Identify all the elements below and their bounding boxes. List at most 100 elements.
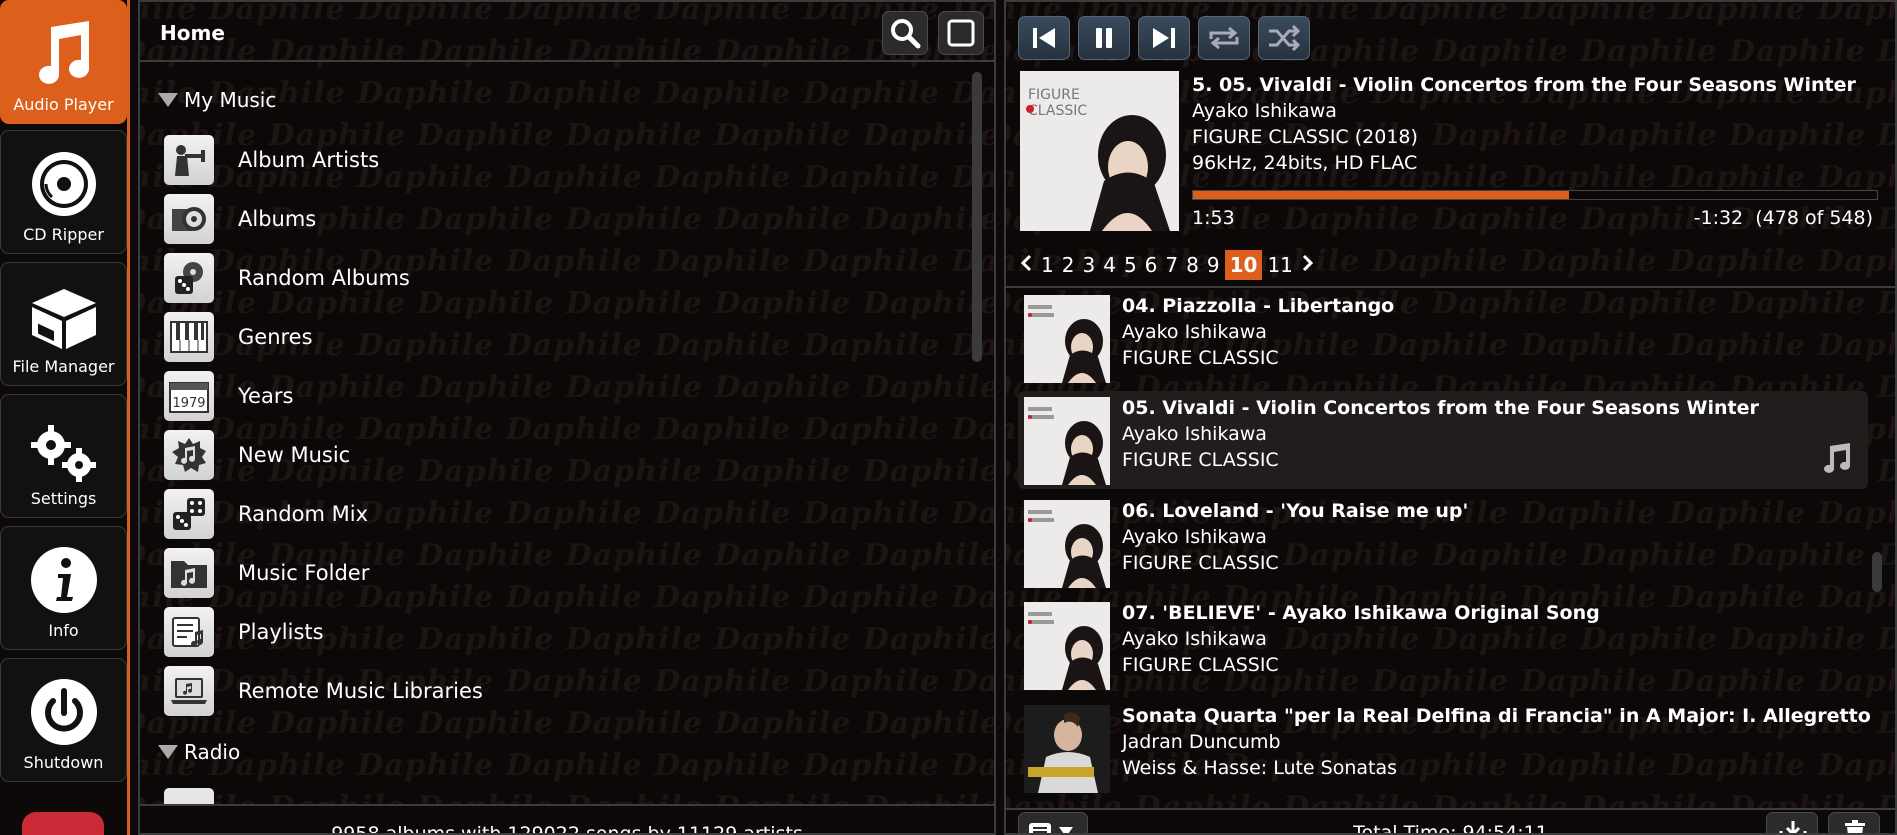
nav-label: Settings	[30, 489, 97, 508]
album-cover	[1024, 295, 1110, 383]
menu-music-folder[interactable]: Music Folder	[164, 547, 369, 599]
pager-page-4[interactable]: 4	[1100, 250, 1119, 280]
track-album: FIGURE CLASSIC	[1122, 347, 1279, 369]
skip-forward-icon	[1153, 28, 1175, 48]
album-cover	[1024, 500, 1110, 588]
shuffle-button[interactable]	[1258, 16, 1310, 60]
previous-button[interactable]	[1018, 16, 1070, 60]
menu-new-music[interactable]: New Music	[164, 429, 350, 481]
pager-pages: 1 2 3 4 5 6 7 8 9 10 11	[1038, 250, 1298, 280]
power-icon	[30, 679, 97, 745]
track-artist: Ayako Ishikawa	[1122, 423, 1267, 445]
track-info: Sonata Quarta "per la Real Delfina di Fr…	[1122, 703, 1871, 781]
queue-track-row[interactable]: 04. Piazzolla - Libertango Ayako Ishikawa…	[1018, 289, 1868, 387]
menu-genres[interactable]: Genres	[164, 311, 313, 363]
pager-page-9[interactable]: 9	[1204, 250, 1223, 280]
nav-info[interactable]: Info	[0, 526, 127, 650]
track-title: 07. 'BELIEVE' - Ayako Ishikawa Original …	[1122, 602, 1600, 624]
save-queue-button[interactable]	[1766, 812, 1818, 833]
pager-next-button[interactable]	[1298, 250, 1318, 280]
repeat-button[interactable]	[1198, 16, 1250, 60]
clear-queue-button[interactable]	[1828, 812, 1880, 833]
section-radio[interactable]: Radio	[158, 740, 240, 764]
elapsed-time: 1:53	[1192, 207, 1235, 229]
nav-audio-player[interactable]: Audio Player	[0, 0, 127, 124]
divider	[1006, 286, 1895, 288]
menu-album-artists[interactable]: Album Artists	[164, 134, 379, 186]
track-album: FIGURE CLASSIC	[1122, 654, 1279, 676]
cd-icon	[31, 152, 96, 216]
daphile-logo-partial	[22, 812, 104, 835]
remaining-time: -1:32	[1693, 207, 1744, 229]
nav-label: Shutdown	[23, 753, 104, 772]
menu-label: Years	[238, 384, 294, 408]
menu-playlists[interactable]: Playlists	[164, 606, 324, 658]
menu-label: New Music	[238, 443, 351, 467]
info-icon	[30, 547, 97, 613]
nav-file-manager[interactable]: File Manager	[0, 262, 127, 386]
now-playing-title: 5. 05. Vivaldi - Violin Concertos from t…	[1192, 74, 1856, 96]
pager-page-11[interactable]: 11	[1264, 250, 1295, 280]
menu-label: Playlists	[238, 620, 324, 644]
menu-random-mix[interactable]: Random Mix	[164, 488, 368, 540]
chevron-left-icon	[1020, 254, 1032, 272]
pager-page-6[interactable]: 6	[1142, 250, 1161, 280]
album-cover	[1024, 705, 1110, 793]
library-header: Home	[140, 2, 994, 62]
pager-page-1[interactable]: 1	[1038, 250, 1057, 280]
track-album: FIGURE CLASSIC	[1122, 449, 1279, 471]
section-label: Radio	[184, 740, 241, 764]
queue-position: (478 of 548)	[1755, 207, 1873, 229]
track-title: Sonata Quarta "per la Real Delfina di Fr…	[1122, 705, 1871, 727]
skip-back-icon	[1033, 28, 1055, 48]
player-panel: Daphile Daphile Daphile Daphile Daphile …	[1004, 0, 1897, 835]
queue-track-row[interactable]: 05. Vivaldi - Violin Concertos from the …	[1018, 391, 1868, 489]
nav-label: Audio Player	[13, 95, 114, 114]
search-icon	[891, 19, 921, 49]
now-playing-format: 96kHz, 24bits, HD FLAC	[1192, 152, 1418, 174]
watermark-row: Daphile Daphile Daphile Daphile Daphile …	[140, 748, 994, 783]
queue-track-row[interactable]: 06. Loveland - 'You Raise me up' Ayako Is…	[1018, 494, 1868, 592]
gears-icon	[30, 425, 96, 482]
queue-scrollbar[interactable]	[1872, 552, 1882, 592]
section-label: My Music	[184, 88, 277, 112]
section-my-music[interactable]: My Music	[158, 88, 276, 112]
pager-page-8[interactable]: 8	[1183, 250, 1202, 280]
next-button[interactable]	[1138, 16, 1190, 60]
pager-page-3[interactable]: 3	[1079, 250, 1098, 280]
pager-page-5[interactable]: 5	[1121, 250, 1140, 280]
menu-label: Remote Music Libraries	[238, 679, 483, 703]
fullscreen-button[interactable]	[938, 11, 984, 55]
queue-track-row[interactable]: 07. 'BELIEVE' - Ayako Ishikawa Original …	[1018, 596, 1868, 694]
pager-prev-button[interactable]	[1016, 250, 1036, 280]
pause-button[interactable]	[1078, 16, 1130, 60]
menu-random-albums[interactable]: Random Albums	[164, 252, 410, 304]
progress-fill	[1193, 191, 1570, 199]
menu-label: Albums	[238, 207, 317, 231]
trumpeter-icon	[164, 135, 214, 185]
library-scrollbar[interactable]	[972, 72, 982, 362]
pager-page-2[interactable]: 2	[1059, 250, 1078, 280]
box-icon	[31, 289, 96, 349]
menu-years[interactable]: 1979 Years	[164, 370, 293, 422]
progress-bar[interactable]	[1192, 190, 1878, 200]
track-info: 04. Piazzolla - Libertango Ayako Ishikawa…	[1122, 293, 1394, 371]
search-button[interactable]	[882, 11, 928, 55]
track-artist: Ayako Ishikawa	[1122, 628, 1267, 650]
calendar-icon: 1979	[164, 371, 214, 421]
menu-label: Random Mix	[238, 502, 368, 526]
pager-page-10[interactable]: 10	[1224, 250, 1263, 280]
folder-icon	[164, 548, 214, 598]
menu-remote-music-libraries[interactable]: Remote Music Libraries	[164, 665, 483, 717]
menu-albums[interactable]: Albums	[164, 193, 316, 245]
svg-text:1979: 1979	[172, 396, 205, 411]
queue-track-row[interactable]: Sonata Quarta "per la Real Delfina di Fr…	[1018, 699, 1871, 797]
nav-settings[interactable]: Settings	[0, 394, 127, 518]
nav-shutdown[interactable]: Shutdown	[0, 658, 127, 782]
now-playing-note-icon	[1824, 443, 1850, 473]
main-sidebar: Audio Player CD Ripper File Manager Sett…	[0, 0, 130, 835]
track-artist: Ayako Ishikawa	[1122, 526, 1267, 548]
album-cover	[1024, 397, 1110, 485]
nav-cd-ripper[interactable]: CD Ripper	[0, 130, 127, 254]
pager-page-7[interactable]: 7	[1162, 250, 1181, 280]
